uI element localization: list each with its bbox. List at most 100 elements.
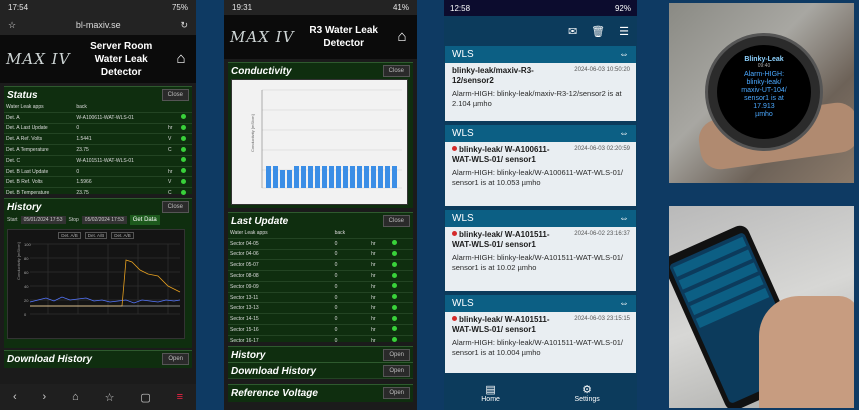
browser-url-bar[interactable]: ☆ bl-maxiv.se ↻ [0, 15, 196, 35]
bookmark-icon[interactable]: ☆ [105, 391, 115, 404]
nav-settings[interactable]: ⚙ Settings [574, 383, 599, 403]
header-cell: back [332, 229, 370, 239]
row-unit: hr [369, 249, 391, 261]
conductivity-bar [322, 166, 327, 188]
history-legend: Det. A/B Det. A/B Det. A/B [8, 232, 184, 239]
watch-screen: Blinky-Leak 09:40 Alarm-HIGH: blinky-lea… [717, 45, 811, 139]
reload-icon[interactable]: ↻ [180, 20, 188, 31]
card-title-text: blinky-leak/maxiv-R3-12/sensor2 [452, 66, 534, 85]
table-row: Sector 13-13 0 hr [228, 302, 413, 315]
card-title: blinky-leak/maxiv-R3-12/sensor2 [452, 66, 564, 86]
row-label: Det. C [4, 155, 75, 167]
legend-item: Det. A/B [111, 232, 134, 239]
notification-card[interactable]: WLS ⇔ blinky-leak/ W-A101511-WAT-WLS-01/ s… [445, 295, 636, 373]
row-label: Det. B Temperature [4, 187, 75, 200]
reference-open-button[interactable]: Open [383, 387, 410, 399]
conductivity-bar [287, 170, 292, 188]
y-tick: 20 [24, 298, 29, 303]
conductivity-bar [343, 166, 348, 188]
forward-icon[interactable]: › [42, 391, 46, 403]
watch-time: 09:40 [757, 63, 771, 69]
last-update-close-button[interactable]: Close [382, 215, 410, 227]
status-ok-icon [180, 146, 186, 152]
menu-icon[interactable]: ≡ [177, 391, 183, 403]
row-value: 0 [332, 302, 370, 315]
card-header: WLS ⇔ [445, 125, 636, 142]
unread-dot-icon [452, 316, 457, 321]
row-value: 1.5966 [74, 176, 167, 189]
url-text[interactable]: bl-maxiv.se [76, 20, 121, 30]
nav-home[interactable]: ▤ Home [481, 383, 500, 403]
header-cell: Water Leak apps [4, 103, 75, 113]
row-value: 0 [332, 313, 370, 326]
back-icon[interactable]: ‹ [13, 391, 17, 403]
unread-dot-icon [452, 146, 457, 151]
card-message: Alarm-HIGH: blinky-leak/W-A101511-WAT-WL… [452, 338, 624, 357]
maxiv-logo: MAX IV [6, 50, 71, 68]
table-row: Sector 09-09 0 hr [228, 281, 413, 293]
status-section: Status Close Water Leak apps back Det. A W-… [4, 86, 192, 200]
conductivity-close-button[interactable]: Close [382, 65, 410, 77]
row-label: Det. A [4, 112, 75, 124]
status-ok-icon [180, 168, 186, 174]
status-ok-icon [392, 240, 398, 246]
row-unit: hr [369, 238, 391, 250]
header-cell: back [74, 103, 167, 113]
row-unit: C [166, 144, 179, 156]
y-tick: 80 [24, 256, 29, 261]
row-label: Det. A Temperature [4, 144, 75, 156]
link-icon[interactable]: ⇔ [619, 213, 629, 224]
status-ok-icon [392, 337, 398, 343]
row-unit: hr [369, 335, 391, 347]
status-ok-icon [392, 315, 398, 321]
card-title: blinky-leak/ W-A100611-WAT-WLS-01/ senso… [452, 145, 564, 165]
row-value: 0 [332, 249, 370, 261]
home-icon[interactable]: ⌂ [172, 50, 190, 68]
conductivity-bar [378, 166, 383, 188]
status-ok-icon [180, 178, 186, 184]
tabs-icon[interactable]: ▢ [140, 391, 150, 404]
card-timestamp: 2024-06-03 02:20:59 [574, 146, 630, 152]
link-icon[interactable]: ⇔ [619, 49, 629, 60]
status-close-button[interactable]: Close [161, 89, 189, 101]
home-icon[interactable]: ⌂ [72, 391, 79, 403]
history-open-button[interactable]: Open [383, 349, 410, 361]
star-icon[interactable]: ☆ [8, 20, 16, 31]
notification-card[interactable]: WLS ⇔ blinky-leak/maxiv-R3-12/sensor2 2024-… [445, 46, 636, 121]
link-icon[interactable]: ⇔ [619, 128, 629, 139]
table-row: Det. B Last Update 0 hr [4, 166, 192, 178]
app-header: MAX IV R3 Water Leak Detector ⌂ [224, 15, 417, 59]
get-data-button[interactable]: Get Data [129, 215, 160, 225]
reference-heading: Reference Voltage [231, 387, 318, 399]
download-section: Download History Open [4, 350, 192, 368]
start-input[interactable]: 05/01/2024 17:53 [20, 216, 66, 224]
download-open-button[interactable]: Open [383, 365, 410, 377]
smartwatch-photo: Blinky-Leak 09:40 Alarm-HIGH: blinky-lea… [669, 3, 854, 183]
delete-icon[interactable]: 🗑 [591, 25, 605, 38]
status-ok-icon [392, 294, 398, 300]
home-icon: ▤ [485, 384, 496, 396]
download-open-button[interactable]: Open [162, 353, 189, 365]
home-icon[interactable]: ⌂ [393, 28, 411, 46]
card-topic: WLS [452, 298, 474, 309]
status-ok-icon [392, 272, 398, 278]
row-label: Sector 09-09 [228, 281, 333, 293]
row-unit: hr [369, 313, 391, 326]
table-row: Det. A Ref. Volts 1.5441 V [4, 133, 192, 146]
history-close-button[interactable]: Close [161, 201, 189, 213]
stop-input[interactable]: 05/02/2024 17:53 [81, 216, 127, 224]
conductivity-chart: Conductivity [mS/cm] [231, 79, 408, 205]
table-row: Det. B Temperature 23.75 C [4, 187, 192, 200]
title-line-2: Water Leak Detector [94, 53, 148, 78]
row-value: 23.75 [74, 187, 167, 200]
history-section: History Open [228, 346, 413, 362]
filter-icon[interactable]: ☰ [619, 25, 629, 38]
table-row: Sector 04-05 0 hr [228, 238, 413, 250]
row-label: Sector 05-07 [228, 259, 333, 272]
notification-card[interactable]: WLS ⇔ blinky-leak/ W-A100611-WAT-WLS-01/ s… [445, 125, 636, 206]
card-message: Alarm-HIGH: blinky-leak/maxiv-R3-12/sens… [452, 89, 622, 108]
mark-read-icon[interactable]: ✉ [568, 25, 577, 38]
link-icon[interactable]: ⇔ [619, 298, 629, 309]
table-row: Sector 14-15 0 hr [228, 313, 413, 326]
notification-card[interactable]: WLS ⇔ blinky-leak/ W-A101511-WAT-WLS-01/ s… [445, 210, 636, 291]
